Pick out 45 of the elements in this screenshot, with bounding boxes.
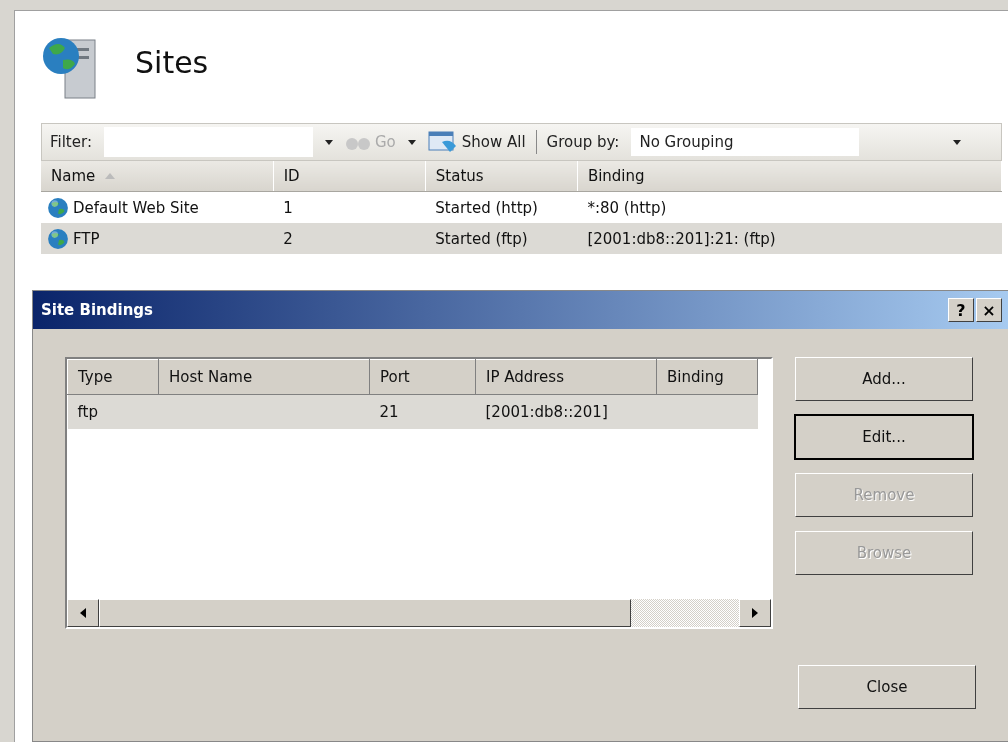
column-header[interactable]: ID: [273, 161, 426, 192]
column-header[interactable]: Status: [425, 161, 578, 192]
column-header[interactable]: Name: [41, 161, 274, 192]
window-icon: [427, 130, 458, 154]
group-by-label: Group by:: [546, 133, 620, 151]
column-header[interactable]: Binding: [656, 359, 758, 395]
filter-field[interactable]: [103, 127, 313, 157]
binding-row[interactable]: ftp 21 [2001:db8::201]: [67, 394, 758, 429]
dialog-title: Site Bindings: [41, 301, 154, 319]
dropdown-icon[interactable]: [407, 139, 416, 145]
horizontal-scrollbar[interactable]: [67, 599, 771, 627]
table-cell: FTP: [73, 229, 100, 248]
dropdown-icon[interactable]: [324, 139, 333, 145]
dialog-button[interactable]: Edit...: [795, 415, 973, 459]
table-cell: ftp: [67, 394, 159, 429]
scroll-left-icon[interactable]: [67, 599, 99, 627]
show-all-button[interactable]: Show All: [427, 130, 526, 154]
table-cell: 2: [273, 223, 426, 254]
scroll-right-icon[interactable]: [739, 599, 771, 627]
column-header[interactable]: Binding: [577, 161, 1002, 192]
scroll-thumb[interactable]: [99, 599, 631, 627]
table-cell: 1: [273, 191, 426, 223]
table-cell: Default Web Site: [73, 198, 199, 217]
dropdown-icon[interactable]: [953, 139, 961, 145]
table-cell: *:80 (http): [577, 191, 1002, 223]
table-cell: Started (ftp): [425, 223, 578, 254]
group-by-dropdown[interactable]: No Grouping: [631, 128, 860, 156]
filter-label: Filter:: [50, 133, 92, 151]
column-header[interactable]: IP Address: [475, 359, 657, 395]
help-button[interactable]: ?: [948, 298, 974, 322]
table-cell: [2001:db8::201]: [475, 394, 657, 429]
table-cell: 21: [369, 394, 476, 429]
page-title: Sites: [135, 44, 209, 80]
dialog-button[interactable]: Add...: [795, 357, 973, 401]
site-row[interactable]: Default Web Site 1 Started (http) *:80 (http): [41, 191, 1002, 223]
close-button[interactable]: ×: [976, 298, 1002, 322]
table-cell: [2001:db8::201]:21: (ftp): [577, 223, 1002, 254]
column-header[interactable]: Type: [67, 359, 159, 395]
globe-icon: [47, 227, 69, 250]
table-cell: Started (http): [425, 191, 578, 223]
column-header[interactable]: Port: [369, 359, 476, 395]
globe-icon: [47, 196, 69, 219]
close-dialog-button[interactable]: Close: [798, 665, 976, 709]
site-row[interactable]: FTP 2 Started (ftp) [2001:db8::201]:21: (ftp): [41, 223, 1002, 254]
column-header[interactable]: Host Name: [158, 359, 370, 395]
